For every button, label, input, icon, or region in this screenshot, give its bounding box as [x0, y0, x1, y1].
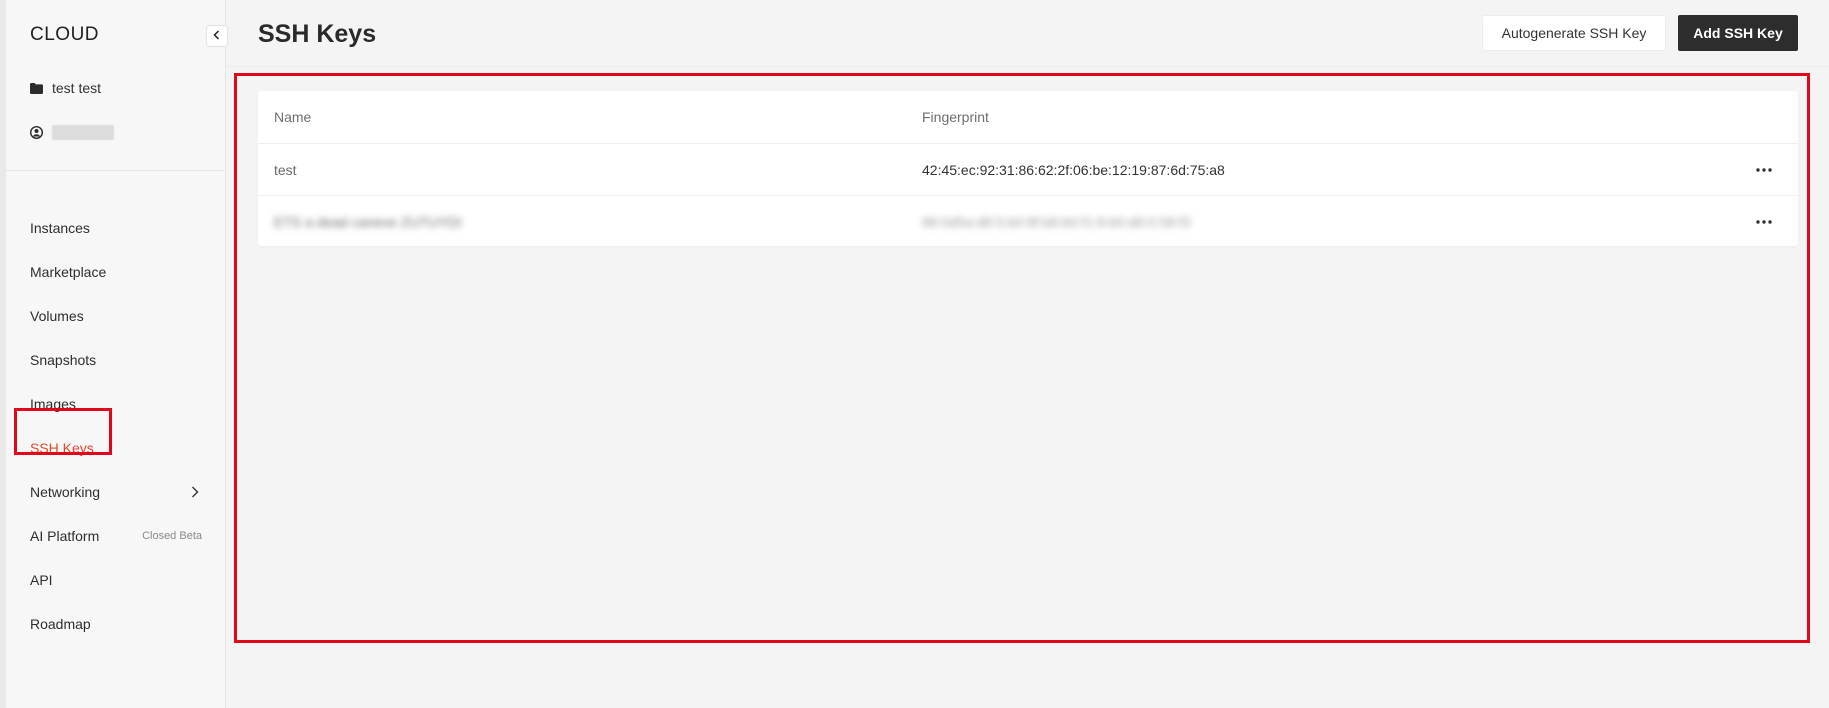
sidebar-item-roadmap[interactable]: Roadmap: [6, 602, 226, 646]
sidebar-item-networking[interactable]: Networking: [6, 470, 226, 514]
chevron-left-icon: [213, 27, 221, 45]
sidebar-item-images[interactable]: Images: [6, 382, 226, 426]
column-header-fingerprint: Fingerprint: [922, 109, 989, 125]
key-name: test: [274, 161, 297, 178]
sidebar-item-ai-platform[interactable]: AI Platform Closed Beta: [6, 514, 226, 558]
sidebar-item-api[interactable]: API: [6, 558, 226, 602]
sidebar-item-label: Instances: [30, 220, 90, 236]
sidebar-item-snapshots[interactable]: Snapshots: [6, 338, 226, 382]
more-options-icon[interactable]: [1752, 160, 1776, 180]
closed-beta-badge: Closed Beta: [142, 530, 202, 542]
key-name: ETS a dead caneve ZUTUYDI: [274, 213, 462, 230]
column-header-name: Name: [274, 109, 312, 125]
account-name-redacted: [52, 125, 114, 140]
sidebar-item-label: SSH Keys: [30, 440, 94, 456]
more-options-icon[interactable]: [1752, 212, 1776, 232]
sidebar-item-label: Snapshots: [30, 352, 97, 368]
sidebar-item-label: Images: [30, 396, 76, 412]
sidebar-item-label: API: [30, 572, 53, 588]
main-content: SSH Keys Autogenerate SSH Key Add SSH Ke…: [227, 0, 1829, 708]
header-divider: [227, 66, 1829, 67]
sidebar-item-marketplace[interactable]: Marketplace: [6, 250, 226, 294]
page-title: SSH Keys: [258, 20, 377, 48]
sidebar-item-label: AI Platform: [30, 528, 100, 544]
sidebar-item-label: Marketplace: [30, 264, 107, 280]
collapse-sidebar-button[interactable]: [206, 25, 228, 47]
brand-logo: CLOUD: [30, 24, 100, 45]
table-row[interactable]: ETS a dead caneve ZUTUYDI 88:0d5a:d8:5:b…: [258, 195, 1798, 247]
sidebar-item-label: Roadmap: [30, 616, 91, 632]
user-circle-icon: [30, 126, 44, 140]
sidebar-item-ssh-keys[interactable]: SSH Keys: [6, 426, 226, 470]
sidebar-item-label: Networking: [30, 484, 101, 500]
sidebar-nav: Instances Marketplace Volumes Snapshots …: [6, 206, 226, 646]
account-selector[interactable]: [30, 125, 114, 140]
sidebar-item-instances[interactable]: Instances: [6, 206, 226, 250]
table-header: Name Fingerprint: [258, 91, 1798, 143]
sidebar-item-label: Volumes: [30, 308, 84, 324]
project-selector[interactable]: test test: [30, 80, 101, 96]
folder-icon: [30, 81, 44, 95]
key-fingerprint: 42:45:ec:92:31:86:62:2f:06:be:12:19:87:6…: [922, 161, 1225, 178]
sidebar-item-volumes[interactable]: Volumes: [6, 294, 226, 338]
sidebar: CLOUD test test Instances Marketplace Vo…: [6, 0, 226, 708]
add-ssh-key-button[interactable]: Add SSH Key: [1678, 15, 1798, 51]
project-name: test test: [52, 80, 102, 96]
ssh-keys-table: Name Fingerprint test 42:45:ec:92:31:86:…: [258, 91, 1798, 246]
table-row[interactable]: test 42:45:ec:92:31:86:62:2f:06:be:12:19…: [258, 143, 1798, 195]
key-fingerprint: 88:0d5a:d8:5:b0:8f:b8:b0:f1:8:b0:d6:0:58…: [922, 213, 1191, 230]
sidebar-divider: [6, 170, 226, 171]
autogenerate-ssh-key-button[interactable]: Autogenerate SSH Key: [1482, 15, 1666, 51]
chevron-right-icon: [190, 486, 200, 498]
